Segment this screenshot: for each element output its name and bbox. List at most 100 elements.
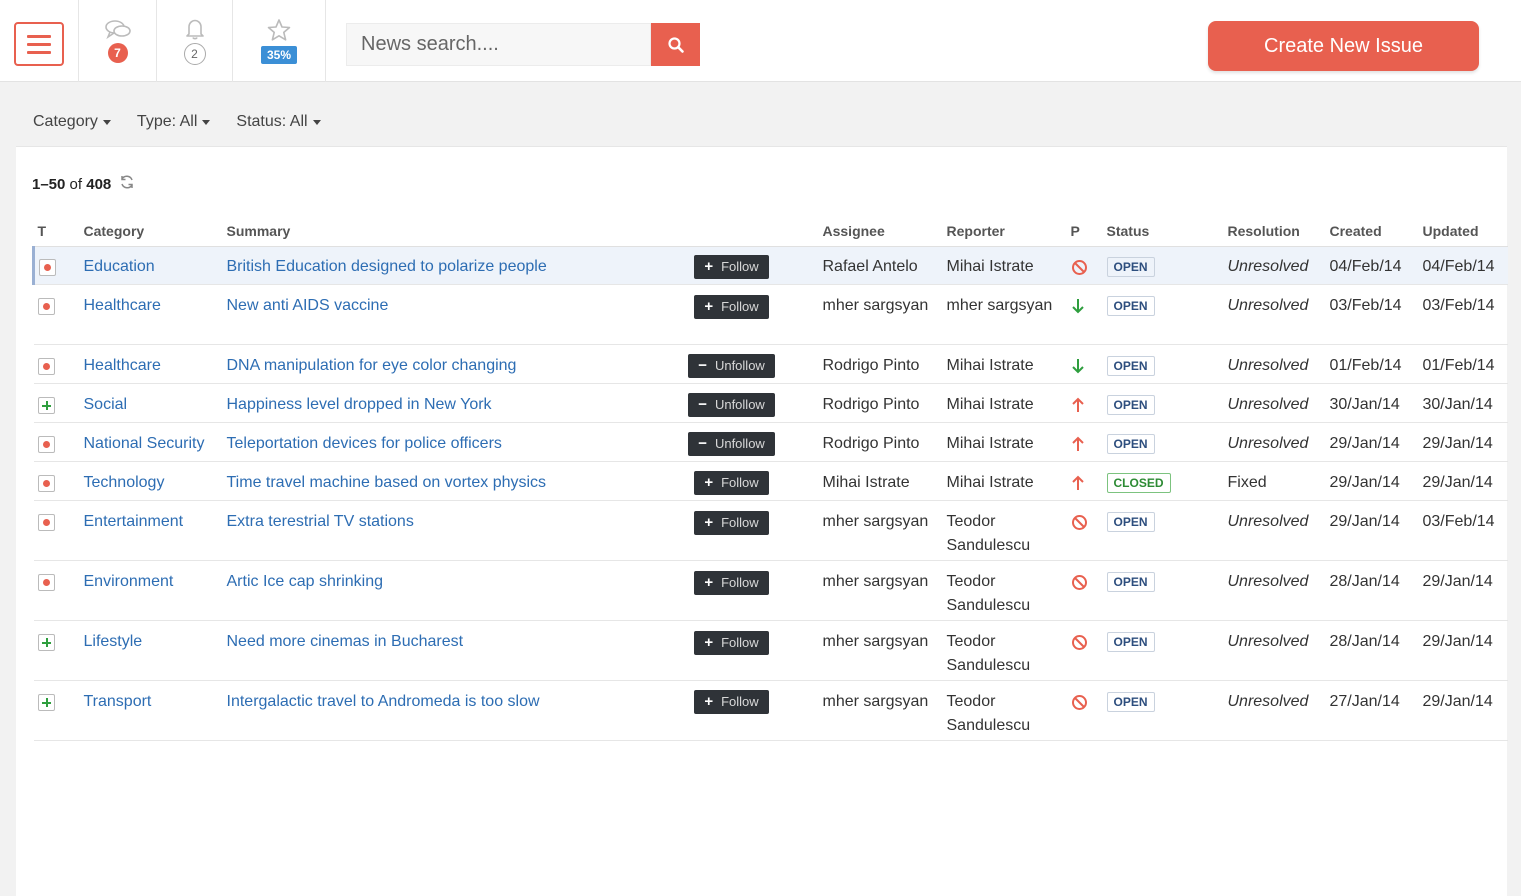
follow-button-label: Unfollow — [714, 436, 765, 451]
updated-cell: 01/Feb/14 — [1418, 344, 1508, 384]
resolution-cell: Unresolved — [1223, 500, 1326, 561]
follow-button[interactable]: + Follow — [694, 254, 769, 279]
category-link[interactable]: Technology — [84, 474, 165, 491]
priority-cell — [1066, 500, 1103, 561]
plus-icon: + — [704, 693, 714, 710]
create-new-issue-button[interactable]: Create New Issue — [1208, 21, 1479, 71]
priority-cell — [1066, 284, 1103, 345]
follow-cell: + Follow — [644, 680, 819, 741]
category-link[interactable]: Lifestyle — [84, 633, 143, 650]
category-cell: Lifestyle — [79, 620, 223, 681]
header-resolution[interactable]: Resolution — [1223, 216, 1326, 247]
follow-button[interactable]: + Follow — [694, 470, 769, 495]
status-cell: OPEN — [1102, 344, 1224, 384]
priority-cell — [1066, 383, 1103, 423]
type-cell — [33, 500, 80, 561]
table-row[interactable]: Education British Education designed to … — [32, 246, 1508, 285]
search-button[interactable] — [651, 23, 700, 66]
updated-cell: 29/Jan/14 — [1418, 422, 1508, 462]
search-input[interactable] — [346, 23, 651, 66]
created-cell: 28/Jan/14 — [1325, 620, 1419, 681]
category-cell: Transport — [79, 680, 223, 741]
plus-icon: + — [704, 298, 714, 315]
chat-icon — [104, 20, 131, 40]
favorites-button[interactable]: 35% — [232, 0, 326, 82]
summary-link[interactable]: Extra terestrial TV stations — [227, 513, 414, 530]
menu-button[interactable] — [14, 22, 64, 66]
follow-cell: + Follow — [644, 461, 819, 501]
category-link[interactable]: Healthcare — [84, 357, 161, 374]
header-priority[interactable]: P — [1066, 216, 1103, 247]
header-updated[interactable]: Updated — [1418, 216, 1508, 247]
unfollow-button[interactable]: − Unfollow — [688, 353, 775, 378]
follow-button[interactable]: + Follow — [694, 689, 769, 714]
table-row[interactable]: Social Happiness level dropped in New Yo… — [33, 383, 1508, 423]
summary-link[interactable]: DNA manipulation for eye color changing — [227, 357, 517, 374]
type-filter[interactable]: Type: All — [137, 113, 211, 131]
type-cell — [33, 344, 80, 384]
summary-link[interactable]: Teleportation devices for police officer… — [227, 435, 502, 452]
follow-button[interactable]: + Follow — [694, 294, 769, 319]
summary-link[interactable]: Need more cinemas in Bucharest — [227, 633, 464, 650]
follow-cell: + Follow — [644, 560, 819, 621]
summary-link[interactable]: Happiness level dropped in New York — [227, 396, 492, 413]
category-link[interactable]: Entertainment — [84, 513, 184, 530]
caret-down-icon — [312, 119, 321, 125]
unfollow-button[interactable]: − Unfollow — [688, 392, 775, 417]
summary-link[interactable]: Time travel machine based on vortex phys… — [227, 474, 547, 491]
summary-link[interactable]: Artic Ice cap shrinking — [227, 573, 384, 590]
header-assignee[interactable]: Assignee — [818, 216, 943, 247]
updated-cell: 04/Feb/14 — [1418, 246, 1508, 285]
status-filter[interactable]: Status: All — [236, 113, 321, 131]
table-row[interactable]: Healthcare DNA manipulation for eye colo… — [33, 344, 1508, 384]
bug-icon — [39, 258, 56, 276]
type-cell — [33, 560, 80, 621]
table-row[interactable]: Healthcare New anti AIDS vaccine + Follow… — [33, 284, 1508, 345]
blocker-icon — [1071, 574, 1088, 599]
table-row[interactable]: Environment Artic Ice cap shrinking + Fol… — [33, 560, 1508, 621]
follow-button[interactable]: + Follow — [694, 630, 769, 655]
caret-down-icon — [202, 119, 211, 125]
follow-button[interactable]: + Follow — [694, 510, 769, 535]
category-link[interactable]: Education — [84, 258, 155, 275]
unfollow-button[interactable]: − Unfollow — [688, 431, 775, 456]
category-link[interactable]: Social — [84, 396, 128, 413]
created-cell: 03/Feb/14 — [1325, 284, 1419, 345]
header-category[interactable]: Category — [79, 216, 223, 247]
minus-icon: − — [698, 357, 707, 374]
header-type[interactable]: T — [33, 216, 80, 247]
category-link[interactable]: National Security — [84, 435, 205, 452]
messages-button[interactable]: 7 — [78, 0, 156, 82]
status-badge: OPEN — [1106, 511, 1155, 532]
summary-link[interactable]: Intergalactic travel to Andromeda is too… — [227, 693, 540, 710]
header-created[interactable]: Created — [1325, 216, 1419, 247]
category-link[interactable]: Environment — [84, 573, 174, 590]
created-cell: 29/Jan/14 — [1325, 461, 1419, 501]
table-row[interactable]: Lifestyle Need more cinemas in Bucharest… — [33, 620, 1508, 681]
category-link[interactable]: Healthcare — [84, 297, 161, 314]
priority-cell — [1066, 422, 1103, 462]
table-row[interactable]: Entertainment Extra terestrial TV statio… — [33, 500, 1508, 561]
messages-badge: 7 — [107, 43, 128, 63]
table-row[interactable]: Transport Intergalactic travel to Androm… — [33, 680, 1508, 741]
summary-link[interactable]: British Education designed to polarize p… — [227, 258, 547, 275]
created-cell: 04/Feb/14 — [1325, 246, 1419, 285]
header-summary[interactable]: Summary — [222, 216, 645, 247]
bug-icon — [37, 474, 55, 492]
table-row[interactable]: Technology Time travel machine based on … — [33, 461, 1508, 501]
reporter-cell: Mihai Istrate — [942, 383, 1067, 423]
refresh-button[interactable] — [119, 174, 135, 194]
notifications-button[interactable]: 2 — [156, 0, 232, 82]
follow-button[interactable]: + Follow — [694, 570, 769, 595]
summary-cell: Time travel machine based on vortex phys… — [222, 461, 645, 501]
category-link[interactable]: Transport — [84, 693, 152, 710]
header-status[interactable]: Status — [1102, 216, 1224, 247]
table-row[interactable]: National Security Teleportation devices … — [33, 422, 1508, 462]
status-badge: OPEN — [1106, 631, 1155, 652]
summary-link[interactable]: New anti AIDS vaccine — [227, 297, 389, 314]
arrow-up-icon — [1071, 436, 1085, 460]
category-filter[interactable]: Category — [33, 113, 111, 131]
category-cell: Education — [79, 246, 223, 285]
caret-down-icon — [102, 119, 111, 125]
header-reporter[interactable]: Reporter — [942, 216, 1067, 247]
